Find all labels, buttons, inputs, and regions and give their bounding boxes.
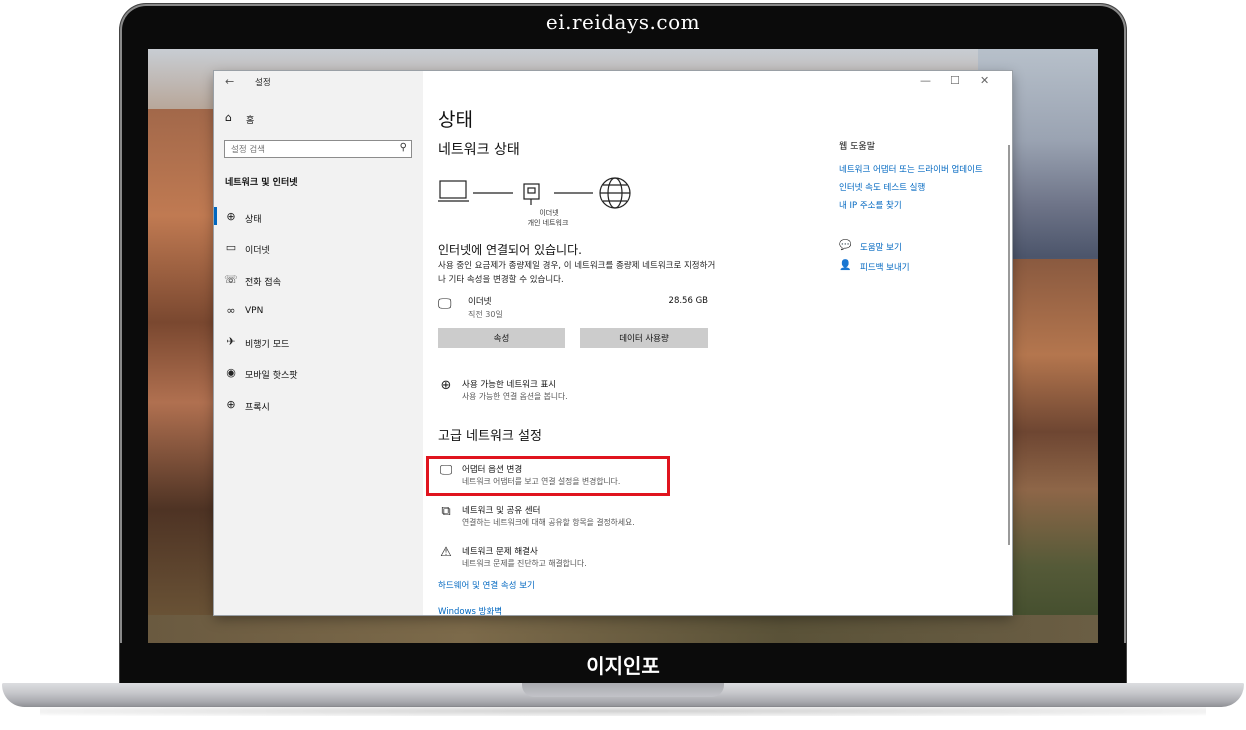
sidebar-item-vpn[interactable]: ∞ VPN <box>214 301 423 332</box>
window-controls: — ☐ ✕ <box>912 71 1012 93</box>
connection-usage: 28.56 GB <box>668 296 708 306</box>
get-help-label: 도움말 보기 <box>860 243 902 253</box>
option-title: 어댑터 옵션 변경 <box>462 465 523 475</box>
home-icon: ⌂ <box>225 111 232 124</box>
maximize-button[interactable]: ☐ <box>950 74 960 87</box>
network-status-heading: 네트워크 상태 <box>438 142 520 158</box>
option-desc: 네트워크 어댑터를 보고 연결 설정을 변경합니다. <box>462 477 621 486</box>
help-panel-spacer <box>839 218 1004 240</box>
airplane-icon: ✈ <box>226 335 236 349</box>
minimize-button[interactable]: — <box>920 74 931 87</box>
option-title: 네트워크 및 공유 센터 <box>462 506 541 516</box>
page-title: 상태 <box>438 109 473 131</box>
sidebar-item-label: 비행기 모드 <box>245 340 290 351</box>
diagram-network-type-label: 개인 네트워크 <box>527 219 569 227</box>
warning-icon: ⚠ <box>440 545 452 560</box>
diagram-adapter-label: 이더넷 <box>539 209 559 217</box>
sidebar-item-label: 프록시 <box>245 402 270 413</box>
sidebar-item-ethernet[interactable]: ▭ 이더넷 <box>214 238 423 269</box>
network-diagram: 이더넷 개인 네트워크 <box>438 175 648 235</box>
wallpaper-ground <box>148 615 1098 643</box>
sidebar-nav: ⊕ 상태 ▭ 이더넷 ☏ 전화 접속 ∞ VPN ✈ 비행기 모드 ◉ 모바일 … <box>214 207 423 426</box>
network-troubleshooter[interactable]: ⚠ 네트워크 문제 해결사 네트워크 문제를 진단하고 해결합니다. <box>438 545 738 575</box>
screenshot-stage: ei.reidays.com 이지인포 ← 설정 ⌂ 홈 ⚲ 네트워크 및 인터… <box>0 0 1246 730</box>
data-usage-button[interactable]: 데이터 사용량 <box>580 328 708 348</box>
hotspot-icon: ◉ <box>226 366 236 380</box>
sidebar-item-label: 상태 <box>245 215 262 225</box>
option-desc: 사용 가능한 연결 옵션을 봅니다. <box>462 392 568 401</box>
sidebar-home-label: 홈 <box>246 116 255 126</box>
scrollbar[interactable] <box>1008 145 1010 545</box>
ethernet-icon: ▭ <box>225 241 237 255</box>
close-button[interactable]: ✕ <box>980 74 989 87</box>
search-icon[interactable]: ⚲ <box>400 142 407 153</box>
properties-button[interactable]: 속성 <box>438 328 565 348</box>
sidebar-section-title: 네트워크 및 인터넷 <box>225 178 298 188</box>
connection-status-title: 인터넷에 연결되어 있습니다. <box>438 243 582 257</box>
send-feedback-label: 피드백 보내기 <box>860 263 910 273</box>
advanced-settings-heading: 고급 네트워크 설정 <box>438 429 542 444</box>
send-feedback-action[interactable]: 👤 피드백 보내기 <box>839 260 1004 280</box>
laptop-notch <box>522 683 724 697</box>
main-content: — ☐ ✕ 상태 네트워크 상태 이더넷 개인 네트워크 인터넷에 연결되어 있… <box>423 71 1012 615</box>
app-title: 설정 <box>255 78 271 88</box>
hardware-properties-link[interactable]: 하드웨어 및 연결 속성 보기 <box>438 579 535 591</box>
wallpaper-cliff-left <box>148 109 214 643</box>
option-desc: 연결하는 네트워크에 대해 공유할 항목을 결정하세요. <box>462 518 635 527</box>
sidebar-item-label: 모바일 핫스팟 <box>245 371 298 382</box>
proxy-globe-icon: ⊕ <box>226 397 236 411</box>
sidebar-item-dialup[interactable]: ☏ 전화 접속 <box>214 270 423 301</box>
globe-search-icon: ⊕ <box>440 378 452 393</box>
help-link-update-driver[interactable]: 네트워크 어댑터 또는 드라이버 업데이트 <box>839 164 1004 177</box>
ethernet-port-icon <box>523 183 540 200</box>
dialup-icon: ☏ <box>224 272 238 286</box>
laptop-shadow <box>40 706 1206 716</box>
sidebar-item-label: 이더넷 <box>245 246 270 257</box>
sidebar-home[interactable]: ⌂ 홈 <box>224 111 414 127</box>
option-title: 네트워크 문제 해결사 <box>462 547 538 557</box>
settings-window: ← 설정 ⌂ 홈 ⚲ 네트워크 및 인터넷 ⊕ 상태 ▭ 이더넷 <box>214 71 1012 615</box>
computer-icon <box>439 180 467 199</box>
sidebar-item-airplane-mode[interactable]: ✈ 비행기 모드 <box>214 332 423 363</box>
search-input[interactable] <box>229 142 393 158</box>
feedback-person-icon: 👤 <box>839 260 852 271</box>
wallpaper-cliff-right <box>1012 259 1098 643</box>
help-chat-icon: 💬 <box>839 240 852 251</box>
back-arrow-icon[interactable]: ← <box>225 75 234 88</box>
sidebar: ← 설정 ⌂ 홈 ⚲ 네트워크 및 인터넷 ⊕ 상태 ▭ 이더넷 <box>214 71 423 615</box>
sidebar-item-status[interactable]: ⊕ 상태 <box>214 207 423 238</box>
sharing-center-icon: ⧉ <box>441 504 451 519</box>
sidebar-item-proxy[interactable]: ⊕ 프록시 <box>214 395 423 426</box>
show-available-networks[interactable]: ⊕ 사용 가능한 네트워크 표시 사용 가능한 연결 옵션을 봅니다. <box>438 378 738 408</box>
brand-label: 이지인포 <box>586 654 660 678</box>
help-panel-title: 웹 도움말 <box>839 142 875 152</box>
globe-network-icon: ⊕ <box>226 210 236 223</box>
change-adapter-options[interactable]: 🖵 어댑터 옵션 변경 네트워크 어댑터를 보고 연결 설정을 변경합니다. <box>438 463 738 493</box>
option-title: 사용 가능한 네트워크 표시 <box>462 380 557 390</box>
vpn-icon: ∞ <box>226 303 236 317</box>
adapter-monitor-icon: 🖵 <box>439 463 453 478</box>
connection-name: 이더넷 <box>468 297 492 307</box>
connection-row: 🖵 이더넷 직전 30일 28.56 GB <box>438 295 708 323</box>
sidebar-item-label: VPN <box>245 305 264 316</box>
search-box[interactable]: ⚲ <box>224 140 412 158</box>
help-link-speed-test[interactable]: 인터넷 속도 테스트 실행 <box>839 182 1004 195</box>
help-panel: 웹 도움말 네트워크 어댑터 또는 드라이버 업데이트 인터넷 속도 테스트 실… <box>839 139 1004 280</box>
titlebar: ← 설정 <box>214 71 423 93</box>
sidebar-item-mobile-hotspot[interactable]: ◉ 모바일 핫스팟 <box>214 363 423 394</box>
windows-firewall-link[interactable]: Windows 방화벽 <box>438 605 502 615</box>
active-indicator <box>214 207 217 225</box>
network-sharing-center[interactable]: ⧉ 네트워크 및 공유 센터 연결하는 네트워크에 대해 공유할 항목을 결정하… <box>438 504 738 534</box>
sidebar-item-label: 전화 접속 <box>245 277 281 288</box>
connection-status-desc: 사용 중인 요금제가 종량제일 경우, 이 네트워크를 종량제 네트워크로 지정… <box>438 261 716 285</box>
option-desc: 네트워크 문제를 진단하고 해결합니다. <box>462 559 587 568</box>
site-watermark: ei.reidays.com <box>545 10 701 34</box>
get-help-action[interactable]: 💬 도움말 보기 <box>839 240 1004 260</box>
desktop-monitor-icon: 🖵 <box>438 296 452 312</box>
connection-period: 직전 30일 <box>468 310 503 319</box>
help-link-find-ip[interactable]: 내 IP 주소를 찾기 <box>839 200 1004 213</box>
